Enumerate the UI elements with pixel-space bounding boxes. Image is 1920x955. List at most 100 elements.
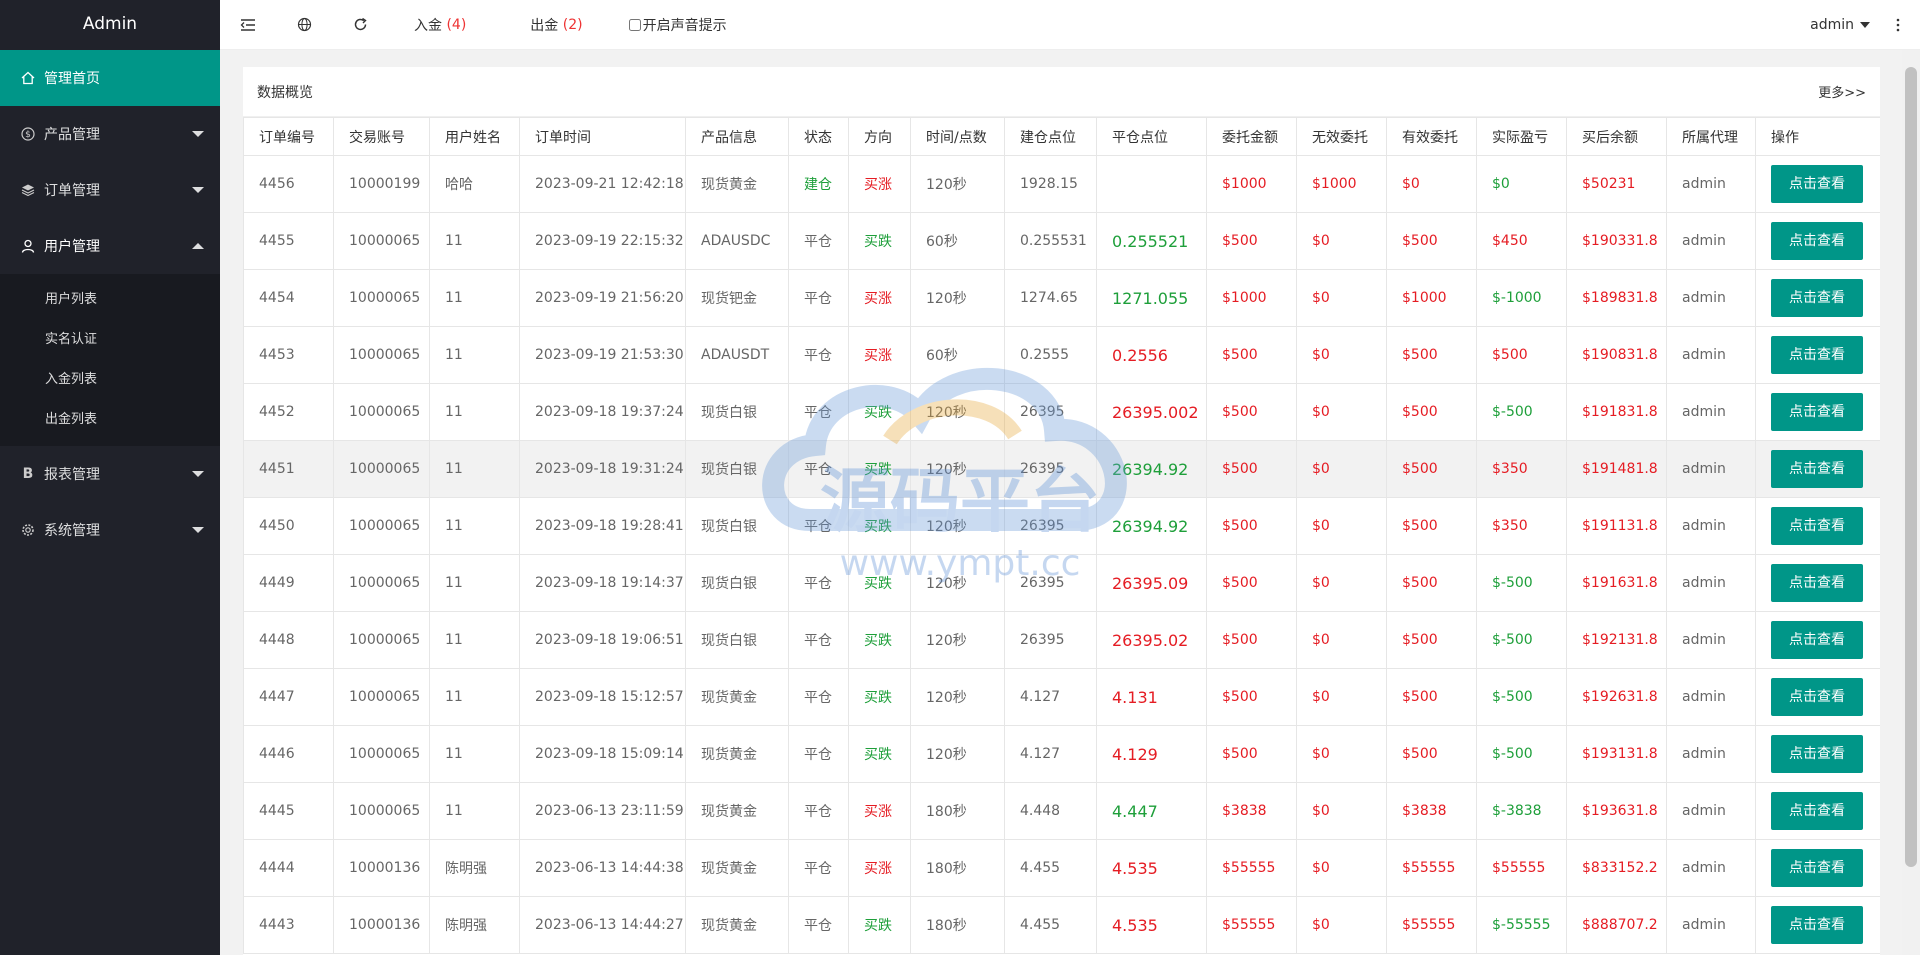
column-header: 买后余额 <box>1566 117 1667 156</box>
globe-icon[interactable] <box>276 0 332 50</box>
table-cell: $500 <box>1386 611 1477 669</box>
table-cell: 11 <box>429 440 520 498</box>
home-icon <box>20 70 36 86</box>
scrollbar-thumb[interactable] <box>1905 67 1917 867</box>
withdraw-link[interactable]: 出金 (2) <box>510 0 602 50</box>
sound-checkbox[interactable] <box>628 18 641 31</box>
table-cell: 现货黄金 <box>685 896 789 954</box>
sidebar-item-label: 订单管理 <box>44 183 100 199</box>
table-cell: 11 <box>429 212 520 270</box>
table-cell: 4443 <box>243 896 334 954</box>
caret-down-icon <box>1860 22 1870 28</box>
table-cell: 0.255531 <box>1004 212 1097 270</box>
view-button[interactable]: 点击查看 <box>1771 678 1863 716</box>
view-button[interactable]: 点击查看 <box>1771 165 1863 203</box>
sidebar-subitem-withdrawals[interactable]: 出金列表 <box>0 400 220 440</box>
sidebar-subitem-user-list[interactable]: 用户列表 <box>0 280 220 320</box>
table-cell: admin <box>1666 725 1756 783</box>
table-cell: 26395 <box>1004 440 1097 498</box>
table-cell: 买跌 <box>848 896 911 954</box>
sidebar-item-orders[interactable]: 订单管理 <box>0 162 220 218</box>
table-cell: $-3838 <box>1476 782 1567 840</box>
view-button[interactable]: 点击查看 <box>1771 222 1863 260</box>
sidebar-item-label: 产品管理 <box>44 127 100 143</box>
column-header: 订单时间 <box>519 117 686 156</box>
deposit-link[interactable]: 入金 (4) <box>394 0 486 50</box>
table-cell: 4454 <box>243 269 334 327</box>
table-cell: 120秒 <box>910 554 1005 612</box>
table-cell: admin <box>1666 896 1756 954</box>
sidebar-item-users[interactable]: 用户管理 <box>0 218 220 274</box>
table-header-row: 订单编号 交易账号 用户姓名 订单时间 产品信息 状态 方向 时间/点数 建仓点位 平仓点位 委托金… <box>243 117 1880 156</box>
table-cell: 建仓 <box>788 155 849 213</box>
refresh-icon[interactable] <box>332 0 388 50</box>
table-cell: 平仓 <box>788 497 849 555</box>
table-cell: $189831.8 <box>1566 269 1667 327</box>
table-cell: 平仓 <box>788 326 849 384</box>
sidebar: Admin 管理首页 $ 产品管理 订单管理 用户管理 用户列表 实名认证 入金… <box>0 0 220 955</box>
view-button[interactable]: 点击查看 <box>1771 735 1863 773</box>
table-cell: 买跌 <box>848 212 911 270</box>
column-header: 订单编号 <box>243 117 334 156</box>
user-menu[interactable]: admin <box>1810 0 1870 50</box>
table-cell: $191631.8 <box>1566 554 1667 612</box>
view-button[interactable]: 点击查看 <box>1771 849 1863 887</box>
table-cell: 1271.055 <box>1096 269 1207 327</box>
table-cell: 现货白银 <box>685 440 789 498</box>
card-header: 数据概览 更多>> <box>243 67 1880 117</box>
column-header: 无效委托 <box>1296 117 1387 156</box>
dollar-icon: $ <box>20 126 36 142</box>
sidebar-item-reports[interactable]: B 报表管理 <box>0 446 220 502</box>
table-cell: 10000065 <box>333 440 430 498</box>
sidebar-submenu-users: 用户列表 实名认证 入金列表 出金列表 <box>0 274 220 446</box>
table-cell: $1000 <box>1386 269 1477 327</box>
table-cell: 0.255521 <box>1096 212 1207 270</box>
sidebar-subitem-deposits[interactable]: 入金列表 <box>0 360 220 400</box>
table-cell: $0 <box>1296 326 1387 384</box>
view-button[interactable]: 点击查看 <box>1771 792 1863 830</box>
table-cell: 现货黄金 <box>685 839 789 897</box>
table-cell: 4.129 <box>1096 725 1207 783</box>
table-cell: $888707.2 <box>1566 896 1667 954</box>
table-cell: admin <box>1666 839 1756 897</box>
table-cell: 买跌 <box>848 497 911 555</box>
sound-label: 开启声音提示 <box>642 17 727 34</box>
table-cell: $500 <box>1206 383 1297 441</box>
view-button[interactable]: 点击查看 <box>1771 393 1863 431</box>
sidebar-item-home[interactable]: 管理首页 <box>0 50 220 106</box>
table-cell: 买跌 <box>848 440 911 498</box>
bold-b-icon: B <box>22 466 34 482</box>
table-cell: 平仓 <box>788 554 849 612</box>
table-cell: 4.535 <box>1096 839 1207 897</box>
sound-toggle[interactable]: 开启声音提示 <box>628 15 727 35</box>
table-cell: 买涨 <box>848 782 911 840</box>
view-button[interactable]: 点击查看 <box>1771 336 1863 374</box>
sidebar-subitem-verification[interactable]: 实名认证 <box>0 320 220 360</box>
table-cell: 2023-09-18 15:09:14 <box>519 725 686 783</box>
view-button[interactable]: 点击查看 <box>1771 621 1863 659</box>
more-vertical-icon[interactable] <box>1896 0 1900 50</box>
column-header: 方向 <box>848 117 911 156</box>
view-button[interactable]: 点击查看 <box>1771 507 1863 545</box>
table-cell-action: 点击查看 <box>1755 611 1880 669</box>
view-button[interactable]: 点击查看 <box>1771 279 1863 317</box>
table-cell: 120秒 <box>910 668 1005 726</box>
table-cell: admin <box>1666 212 1756 270</box>
table-cell: 26395.09 <box>1096 554 1207 612</box>
table-cell: $191831.8 <box>1566 383 1667 441</box>
view-button[interactable]: 点击查看 <box>1771 564 1863 602</box>
table-cell: 现货黄金 <box>685 782 789 840</box>
table-cell: $0 <box>1296 269 1387 327</box>
table-cell: 2023-09-19 21:56:20 <box>519 269 686 327</box>
menu-toggle-icon[interactable] <box>220 0 276 50</box>
table-cell: $500 <box>1206 554 1297 612</box>
table-cell-action: 点击查看 <box>1755 269 1880 327</box>
view-button[interactable]: 点击查看 <box>1771 450 1863 488</box>
table-row: 4446 10000065 11 2023-09-18 15:09:14 现货黄金 平仓买… <box>243 725 1880 783</box>
sidebar-item-system[interactable]: 系统管理 <box>0 502 220 558</box>
table-cell: $-500 <box>1476 611 1567 669</box>
more-link[interactable]: 更多>> <box>1818 82 1866 101</box>
table-cell <box>1096 155 1207 213</box>
sidebar-item-products[interactable]: $ 产品管理 <box>0 106 220 162</box>
view-button[interactable]: 点击查看 <box>1771 906 1863 944</box>
